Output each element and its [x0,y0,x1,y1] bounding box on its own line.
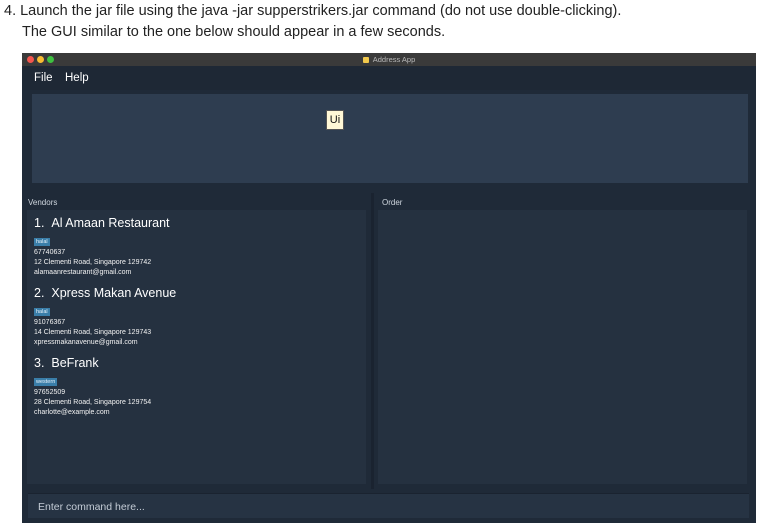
vendor-card[interactable]: 3. BeFrank western 97652509 28 Clementi … [34,356,151,418]
vendor-name: 2. Xpress Makan Avenue [34,286,177,300]
vendor-email: charlotte@example.com [34,409,110,416]
instruction-step-4-detail: The GUI similar to the one below should … [22,24,446,40]
command-input[interactable] [36,498,740,516]
result-display: Ui [32,94,748,183]
vendor-phone: 97652509 [34,389,66,396]
menu-help[interactable]: Help [65,72,89,84]
app-window: Address App File Help Ui Vendors Order 1… [22,53,756,523]
window-title-wrap: Address App [22,53,756,66]
panel-divider[interactable] [371,193,374,489]
order-panel-label: Order [382,198,403,207]
ui-tooltip: Ui [326,110,344,130]
vendors-panel-label: Vendors [28,198,58,207]
vendor-address: 14 Clementi Road, Singapore 129743 [34,329,152,336]
app-icon [362,56,369,63]
vendor-email: xpressmakanavenue@gmail.com [34,339,138,346]
vendor-card[interactable]: 2. Xpress Makan Avenue halal 91076367 14… [34,286,176,348]
vendor-name: 1. Al Amaan Restaurant [34,216,170,230]
title-bar: Address App [22,53,756,66]
vendor-tag: western [34,378,58,386]
vendor-card[interactable]: 1. Al Amaan Restaurant halal 67740637 12… [34,216,170,278]
instruction-step-4: 4. Launch the jar file using the java -j… [4,3,622,19]
menu-bar: File Help [22,66,756,90]
vendor-phone: 67740637 [34,249,66,256]
command-box [28,493,749,518]
window-title: Address App [372,55,416,64]
menu-file[interactable]: File [34,72,53,84]
vendor-email: alamaanrestaurant@gmail.com [34,269,132,276]
order-list[interactable] [378,210,747,484]
vendor-phone: 91076367 [34,319,66,326]
vendor-tag: halal [34,238,50,246]
vendor-name: 3. BeFrank [34,356,99,370]
vendor-tag: halal [34,308,50,316]
vendor-address: 28 Clementi Road, Singapore 129754 [34,399,152,406]
vendor-address: 12 Clementi Road, Singapore 129742 [34,259,152,266]
vendor-list[interactable]: 1. Al Amaan Restaurant halal 67740637 12… [27,210,366,484]
